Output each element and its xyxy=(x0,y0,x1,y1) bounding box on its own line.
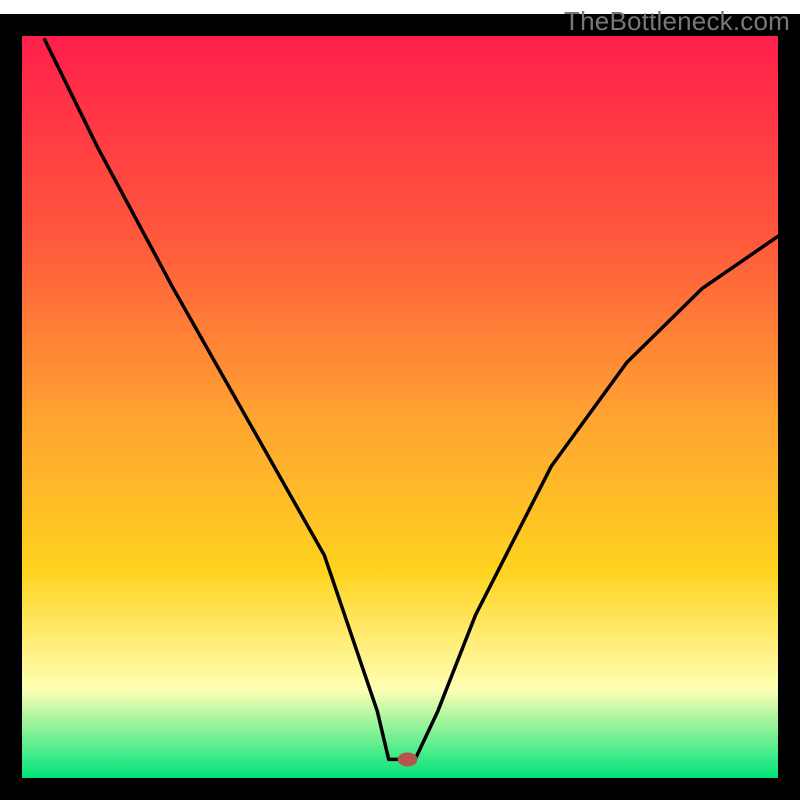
optimal-marker xyxy=(398,752,418,766)
chart-svg xyxy=(0,0,800,800)
chart-container: { "watermark": "TheBottleneck.com", "cha… xyxy=(0,0,800,800)
watermark-text: TheBottleneck.com xyxy=(564,6,790,37)
plot-background xyxy=(22,36,778,778)
